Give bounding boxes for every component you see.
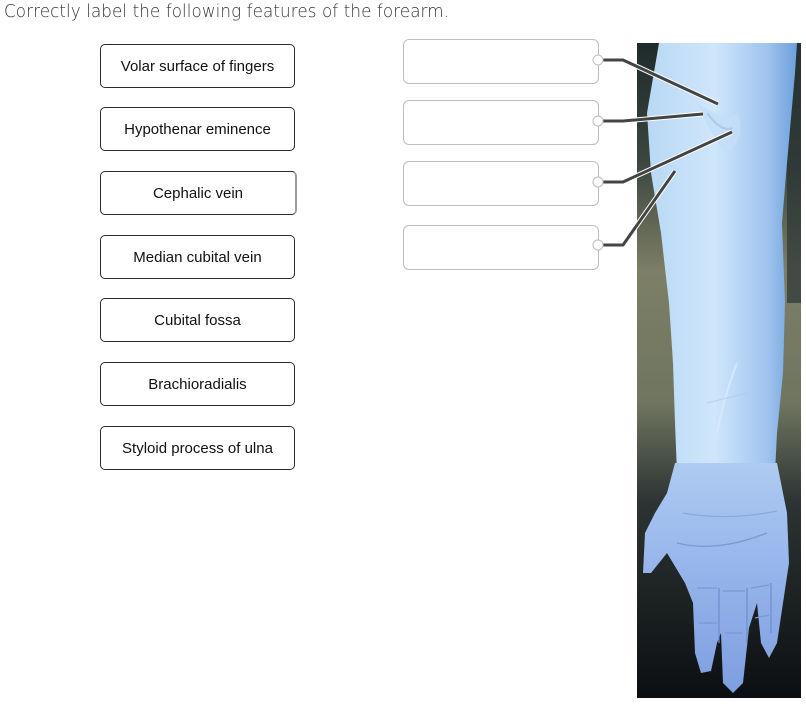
label-brachioradialis[interactable]: Brachioradialis	[100, 362, 295, 406]
drop-target-4[interactable]	[403, 225, 599, 270]
drop-target-2[interactable]	[403, 100, 599, 145]
label-volar-surface-of-fingers[interactable]: Volar surface of fingers	[100, 44, 295, 88]
drop-target-3[interactable]	[403, 161, 599, 206]
question-title: Correctly label the following features o…	[4, 1, 450, 22]
forearm-photo	[637, 43, 801, 698]
label-median-cubital-vein[interactable]: Median cubital vein	[100, 235, 295, 279]
label-cephalic-vein[interactable]: Cephalic vein	[100, 171, 297, 215]
label-styloid-process-of-ulna[interactable]: Styloid process of ulna	[100, 426, 295, 470]
label-hypothenar-eminence[interactable]: Hypothenar eminence	[100, 107, 295, 151]
forearm-illustration	[637, 43, 801, 698]
drop-target-1[interactable]	[403, 39, 599, 84]
label-cubital-fossa[interactable]: Cubital fossa	[100, 298, 295, 342]
